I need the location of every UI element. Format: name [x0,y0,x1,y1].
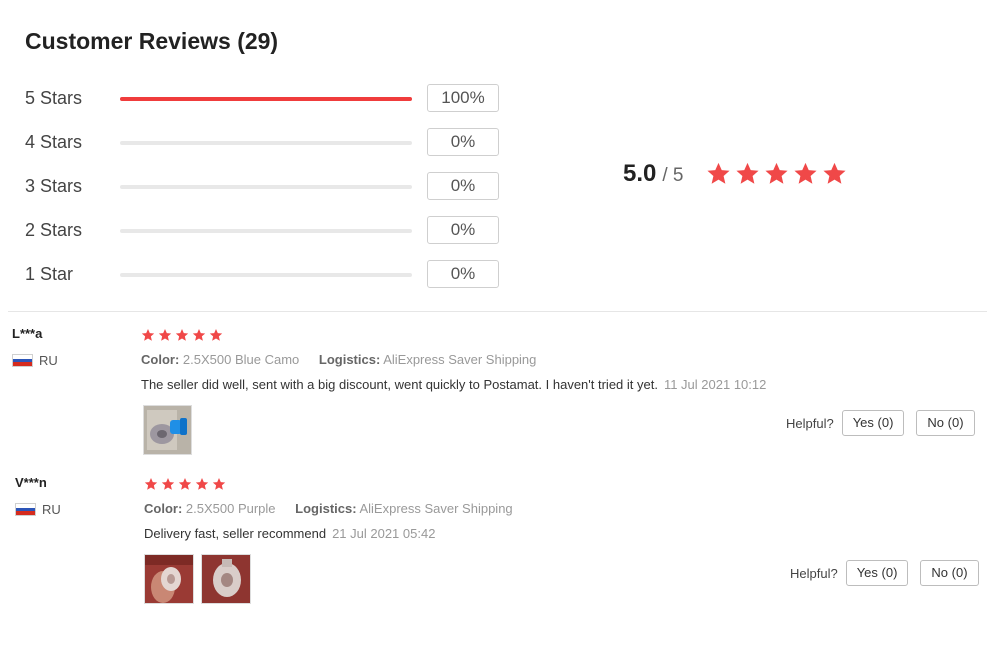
star-icon [175,328,189,342]
review-body: The seller did well, sent with a big dis… [141,377,658,392]
logistics-label: Logistics: [318,352,381,367]
star-icon [192,328,206,342]
helpful-no-button[interactable]: No (0) [916,410,975,436]
rating-row-label: 3 Stars [25,176,83,196]
review-date: 11 Jul 2021 10:12 [663,377,767,392]
color-label: Color: [141,352,180,367]
rating-bar-track [120,97,412,101]
logistics-value: AliExpress Saver Shipping [383,352,537,367]
helpful-yes-button[interactable]: Yes (0) [841,410,905,436]
star-icon [212,477,226,491]
helpful-no-button[interactable]: No (0) [920,560,979,586]
star-icon [161,477,175,491]
reviewer-country: RU [15,502,61,517]
score-value: 5.0 [623,160,657,187]
star-icon [764,161,789,186]
country-code: RU [39,353,58,368]
reviewer-name: L***a [12,326,43,341]
color-label: Color: [144,501,183,516]
review-item: L***a RU Color: 2.5X500 Blue Camo Logist… [0,312,1000,462]
star-icon [158,328,172,342]
rating-row-percent: 0% [427,216,499,244]
country-code: RU [42,502,61,517]
rating-bar-fill [120,97,412,101]
rating-row-percent: 0% [427,128,499,156]
helpful-label: Helpful? [790,565,838,581]
rating-row-label: 5 Stars [25,88,83,108]
reviewer-name: V***n [15,475,47,490]
review-photo[interactable] [143,405,192,455]
page-title: Customer Reviews (29) [25,28,279,54]
rating-row-1: 1 Star 0% [25,260,505,290]
rating-bar-track [120,273,412,277]
rating-row-3: 3 Stars 0% [25,172,505,202]
rating-bar-track [120,141,412,145]
star-icon [144,477,158,491]
rating-row-4: 4 Stars 0% [25,128,505,158]
logistics-label: Logistics: [295,501,357,516]
helpful-label: Helpful? [786,415,834,431]
review-text: Delivery fast, seller recommend 21 Jul 20… [144,526,435,541]
overall-stars [706,161,847,186]
spool-in-hand-photo-icon [145,555,193,603]
review-meta: Color: 2.5X500 Blue Camo Logistics: AliE… [141,352,552,367]
color-value: 2.5X500 Purple [185,501,276,516]
rating-row-label: 1 Star [25,264,74,284]
review-text: The seller did well, sent with a big dis… [141,377,766,392]
rating-row-label: 2 Stars [25,220,83,240]
review-date: 21 Jul 2021 05:42 [332,526,436,541]
star-icon [141,328,155,342]
rating-bar-track [120,229,412,233]
rating-row-percent: 100% [427,84,499,112]
review-stars [144,477,226,491]
color-value: 2.5X500 Blue Camo [182,352,300,367]
blue-spool-photo-icon [144,406,191,454]
rating-row-percent: 0% [427,172,499,200]
review-photo[interactable] [144,554,194,604]
rating-row-5: 5 Stars 100% [25,84,505,114]
helpful-section: Helpful? Yes (0) No (0) [790,560,979,586]
star-icon [178,477,192,491]
rating-row-2: 2 Stars 0% [25,216,505,246]
star-icon [735,161,760,186]
star-icon [793,161,818,186]
review-photo[interactable] [201,554,251,604]
russia-flag-icon [15,503,36,516]
rating-row-label: 4 Stars [25,132,83,152]
star-icon [195,477,209,491]
helpful-yes-button[interactable]: Yes (0) [845,560,909,586]
review-stars [141,328,223,342]
overall-score: 5.0 / 5 [623,160,684,194]
logistics-value: AliExpress Saver Shipping [359,501,513,516]
score-out-of: / 5 [662,165,684,186]
star-icon [822,161,847,186]
spool-photo-icon [202,555,250,603]
star-icon [706,161,731,186]
review-item: V***n RU Color: 2.5X500 Purple Logistics… [0,461,1000,611]
helpful-section: Helpful? Yes (0) No (0) [786,410,975,436]
rating-bar-track [120,185,412,189]
reviewer-country: RU [12,353,58,368]
review-body: Delivery fast, seller recommend [144,526,327,541]
review-meta: Color: 2.5X500 Purple Logistics: AliExpr… [144,501,529,516]
russia-flag-icon [12,354,33,367]
rating-row-percent: 0% [427,260,499,288]
star-icon [209,328,223,342]
